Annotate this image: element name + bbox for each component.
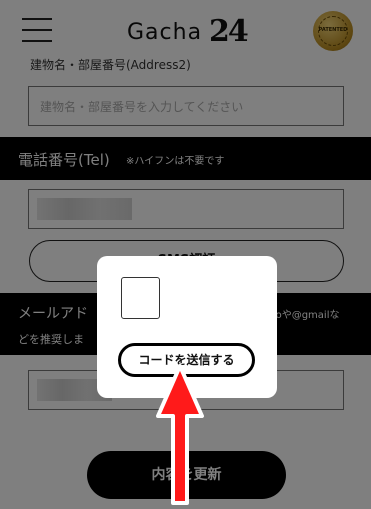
verification-code-input[interactable] [121,277,160,319]
red-arrow-icon [156,364,204,505]
